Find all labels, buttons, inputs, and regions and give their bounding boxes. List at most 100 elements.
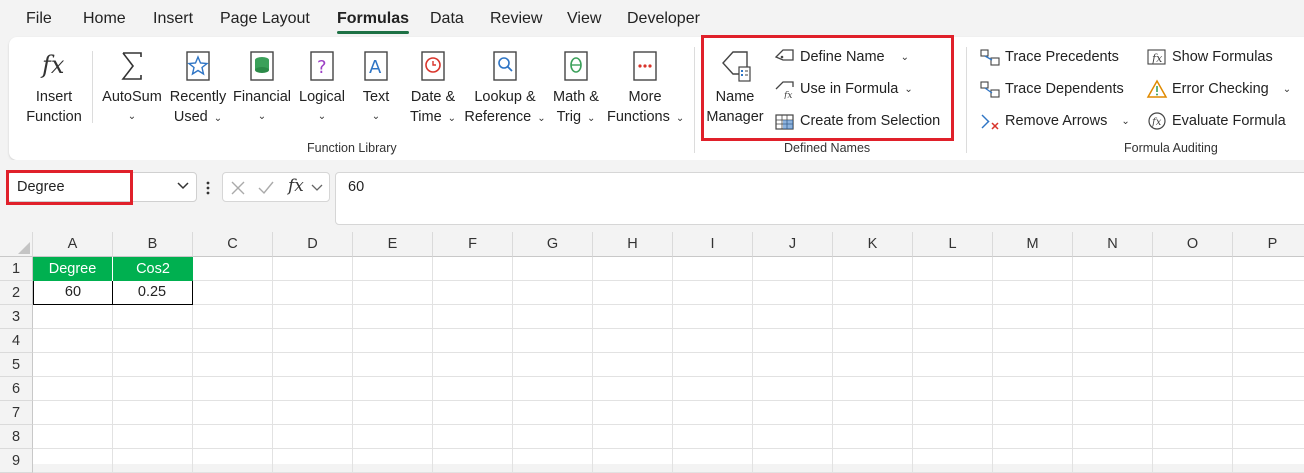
trace-precedents-icon <box>980 49 1000 66</box>
star-book-icon <box>186 51 210 81</box>
insert-function-fx-icon[interactable]: fx <box>288 176 304 196</box>
gridline-vertical <box>672 257 673 473</box>
text-book-icon: A <box>364 51 388 81</box>
spreadsheet-grid: A B C D E F G H I J K L M N O P 1 2 3 4 5 6 7 8 9 Degree Cos2 60 0.2… <box>0 232 1304 473</box>
tab-view[interactable]: View <box>567 10 601 28</box>
select-all-corner[interactable] <box>0 232 33 257</box>
name-box-dropdown-icon[interactable] <box>176 181 190 191</box>
column-header-f[interactable]: F <box>433 232 513 257</box>
select-all-triangle-icon <box>18 242 30 254</box>
financial-button[interactable]: Financial ⌄ <box>231 49 293 127</box>
row-header-6[interactable]: 6 <box>0 377 33 401</box>
row-header-1[interactable]: 1 <box>0 257 33 281</box>
remove-arrows-button[interactable]: Remove Arrows ⌄ <box>979 109 1130 133</box>
row-header-8[interactable]: 8 <box>0 425 33 449</box>
show-formulas-icon: fx <box>1147 49 1166 65</box>
cancel-icon[interactable] <box>230 180 246 196</box>
autosum-label: AutoSum <box>102 89 162 105</box>
trace-precedents-button[interactable]: Trace Precedents <box>979 45 1119 69</box>
column-header-g[interactable]: G <box>513 232 593 257</box>
text-functions-button[interactable]: A Text ⌄ <box>354 49 398 127</box>
column-header-k[interactable]: K <box>833 232 913 257</box>
cell-b2[interactable]: 0.25 <box>112 281 193 305</box>
svg-text:fx: fx <box>40 51 65 79</box>
recently-used-button[interactable]: Recently Used ⌄ <box>167 49 229 129</box>
chevron-down-icon: ⌄ <box>1121 115 1130 127</box>
column-header-p[interactable]: P <box>1233 232 1304 257</box>
more-options-icon[interactable] <box>205 180 211 196</box>
tab-home[interactable]: Home <box>83 10 126 28</box>
cell-a2[interactable]: 60 <box>33 281 113 305</box>
column-header-o[interactable]: O <box>1153 232 1233 257</box>
gridline-horizontal <box>33 328 1304 329</box>
chevron-down-icon: ⌄ <box>1282 83 1292 95</box>
clock-book-icon <box>421 51 445 81</box>
insert-function-button[interactable]: fx Insert Function <box>19 49 89 127</box>
tab-page-layout[interactable]: Page Layout <box>220 10 310 28</box>
chevron-down-icon[interactable] <box>311 184 323 192</box>
gridline-vertical <box>832 257 833 473</box>
gridline-horizontal <box>33 448 1304 449</box>
evaluate-formula-button[interactable]: fx Evaluate Formula <box>1146 109 1286 133</box>
error-checking-button[interactable]: Error Checking ⌄ <box>1146 77 1291 101</box>
fx-icon: fx <box>40 51 65 79</box>
gridline-vertical <box>512 257 513 473</box>
enter-check-icon[interactable] <box>257 180 275 196</box>
column-header-i[interactable]: I <box>673 232 753 257</box>
evaluate-formula-icon: fx <box>1148 112 1166 130</box>
row-header-7[interactable]: 7 <box>0 401 33 425</box>
chevron-down-icon: ⌄ <box>371 111 381 122</box>
function-library-label: Function Library <box>307 141 397 155</box>
chevron-down-icon: ⌄ <box>213 113 223 124</box>
autosum-button[interactable]: AutoSum ⌄ <box>99 49 165 127</box>
gridline-vertical <box>1152 257 1153 473</box>
chevron-down-icon: ⌄ <box>127 111 137 122</box>
column-header-c[interactable]: C <box>193 232 273 257</box>
gridline-horizontal <box>33 304 1304 305</box>
tab-data[interactable]: Data <box>430 10 464 28</box>
more-functions-button[interactable]: More Functions ⌄ <box>607 49 685 129</box>
date-time-button[interactable]: Date & Time ⌄ <box>402 49 464 129</box>
highlight-name-box <box>6 170 133 205</box>
row-header-4[interactable]: 4 <box>0 329 33 353</box>
column-header-m[interactable]: M <box>993 232 1073 257</box>
tab-file[interactable]: File <box>26 10 52 28</box>
column-header-e[interactable]: E <box>353 232 433 257</box>
remove-arrows-icon <box>981 114 999 130</box>
warning-icon <box>1146 79 1168 98</box>
trace-dependents-button[interactable]: Trace Dependents <box>979 77 1124 101</box>
column-header-d[interactable]: D <box>273 232 353 257</box>
column-header-n[interactable]: N <box>1073 232 1153 257</box>
tab-review[interactable]: Review <box>490 10 542 28</box>
chevron-down-icon: ⌄ <box>447 113 457 124</box>
cell-a1[interactable]: Degree <box>33 257 113 281</box>
row-header-3[interactable]: 3 <box>0 305 33 329</box>
column-header-b[interactable]: B <box>113 232 193 257</box>
defined-names-label: Defined Names <box>784 141 871 155</box>
row-header-2[interactable]: 2 <box>0 281 33 305</box>
tab-formulas[interactable]: Formulas <box>337 10 409 28</box>
column-header-j[interactable]: J <box>753 232 833 257</box>
tab-insert[interactable]: Insert <box>153 10 193 28</box>
chevron-down-icon: ⌄ <box>537 113 546 124</box>
lookup-reference-button[interactable]: Lookup & Reference ⌄ <box>462 49 548 129</box>
chevron-down-icon: ⌄ <box>675 113 685 124</box>
column-header-l[interactable]: L <box>913 232 993 257</box>
svg-text:A: A <box>369 57 382 78</box>
column-header-h[interactable]: H <box>593 232 673 257</box>
tab-developer[interactable]: Developer <box>627 10 700 28</box>
formula-value: 60 <box>348 179 365 195</box>
column-header-a[interactable]: A <box>33 232 113 257</box>
svg-text:?: ? <box>317 57 327 78</box>
formula-input[interactable]: 60 <box>335 172 1304 225</box>
row-header-5[interactable]: 5 <box>0 353 33 377</box>
row-header-9[interactable]: 9 <box>0 449 33 473</box>
logical-button[interactable]: ? Logical ⌄ <box>293 49 351 127</box>
active-tab-indicator <box>337 31 409 34</box>
more-book-icon <box>633 51 657 81</box>
cell-b1[interactable]: Cos2 <box>113 257 193 281</box>
show-formulas-button[interactable]: fx Show Formulas <box>1146 45 1273 69</box>
math-trig-button[interactable]: Math & Trig ⌄ <box>548 49 604 129</box>
gridline-vertical <box>432 257 433 473</box>
chevron-down-icon: ⌄ <box>317 111 327 122</box>
